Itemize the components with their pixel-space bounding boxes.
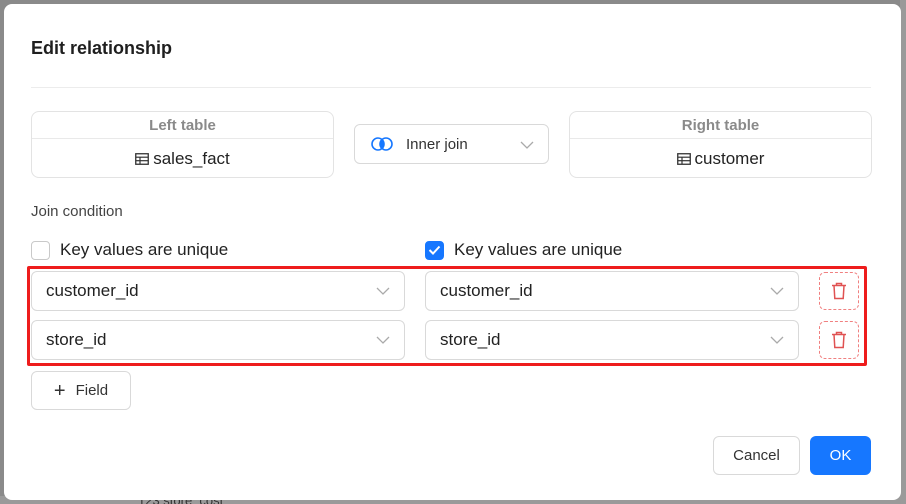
join-type-select[interactable]: Inner join [354, 124, 549, 164]
edit-relationship-dialog: Edit relationship Left table sales_fact … [4, 4, 901, 500]
condition-1-delete-button[interactable] [819, 272, 859, 310]
condition-1-left-field-value: customer_id [46, 281, 139, 300]
plus-icon: + [53, 379, 66, 402]
table-icon [135, 152, 150, 165]
condition-2-right-field-value: store_id [440, 330, 501, 349]
right-table-header: Right table [570, 112, 871, 139]
cancel-button[interactable]: Cancel [713, 436, 800, 475]
condition-1-left-field-select[interactable]: customer_id [31, 271, 405, 311]
left-table-value: sales_fact [32, 139, 333, 178]
table-icon [676, 152, 691, 165]
condition-2-left-field-select[interactable]: store_id [31, 320, 405, 360]
right-table-value: customer [570, 139, 871, 178]
left-unique-checkbox-row[interactable]: Key values are unique [31, 240, 228, 260]
left-unique-label: Key values are unique [60, 240, 229, 259]
dialog-title: Edit relationship [31, 38, 173, 58]
right-unique-checkbox[interactable] [425, 240, 444, 260]
condition-1-right-field-select[interactable]: customer_id [425, 271, 799, 311]
trash-icon [832, 282, 846, 300]
condition-2-delete-button[interactable] [819, 321, 859, 359]
right-unique-checkbox-row[interactable]: Key values are unique [425, 240, 622, 260]
chevron-down-icon [770, 287, 784, 295]
left-table-card: Left table sales_fact [31, 111, 334, 178]
chevron-down-icon [770, 336, 784, 344]
right-table-card: Right table customer [569, 111, 872, 178]
checkmark-icon [428, 245, 441, 255]
join-type-label: Inner join [406, 135, 468, 153]
condition-2-right-field-select[interactable]: store_id [425, 320, 799, 360]
left-table-name: sales_fact [153, 148, 230, 168]
left-table-header: Left table [32, 112, 333, 139]
join-condition-label: Join condition [31, 203, 123, 220]
add-field-button[interactable]: + Field [31, 371, 131, 410]
condition-1-right-field-value: customer_id [440, 281, 533, 300]
trash-icon [832, 331, 846, 349]
ok-button[interactable]: OK [810, 436, 871, 475]
chevron-down-icon [376, 287, 390, 295]
chevron-down-icon [520, 141, 534, 149]
condition-2-left-field-value: store_id [46, 330, 107, 349]
right-table-name: customer [694, 148, 765, 168]
inner-join-icon [371, 137, 393, 151]
chevron-down-icon [376, 336, 390, 344]
title-divider [31, 87, 871, 88]
add-field-label: Field [75, 382, 109, 399]
left-unique-checkbox[interactable] [31, 240, 50, 260]
right-unique-label: Key values are unique [454, 240, 623, 259]
